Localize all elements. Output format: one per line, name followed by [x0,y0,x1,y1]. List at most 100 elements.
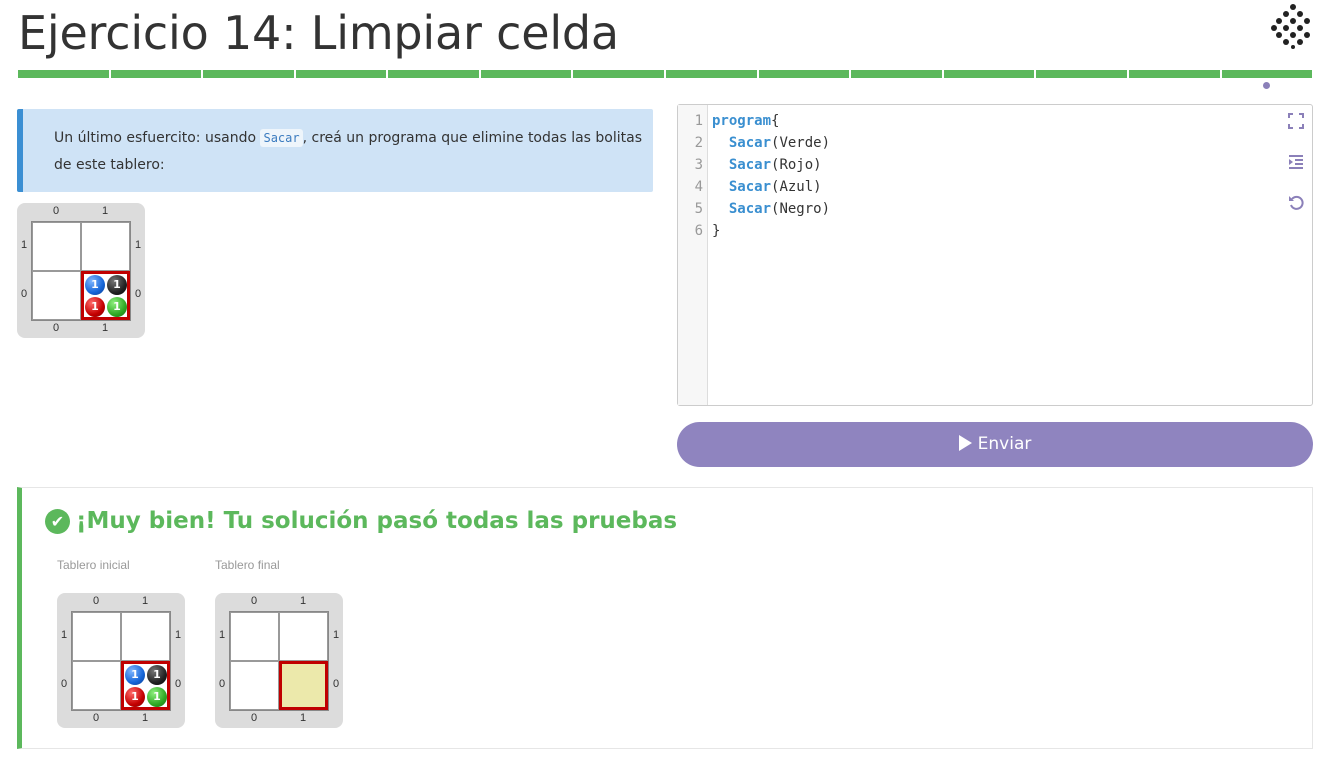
board-cell [230,661,279,710]
progress-segment[interactable] [295,70,387,78]
col-label-top: 1 [299,595,307,607]
green-ball: 1 [147,687,167,707]
row-label-left: 0 [218,678,226,690]
page-title: Ejercicio 14: Limpiar celda [18,6,619,60]
board-cell-head: 1 1 1 1 [81,271,130,320]
code-text: { [771,113,780,129]
board-cell [72,661,121,710]
board-grid: 1 1 1 1 [31,221,131,321]
line-number: 4 [694,179,703,195]
code-line[interactable]: Sacar(Verde) [712,132,830,154]
board-cell [121,612,170,661]
play-icon [958,435,972,451]
board-grid: 1 1 1 1 [71,611,171,711]
code-text: (Rojo) [771,157,822,173]
progress-segment[interactable] [573,70,665,78]
code-keyword: Sacar [712,179,772,195]
row-label-right: 0 [332,678,340,690]
progress-segment-current[interactable] [1221,70,1313,78]
row-label-left: 0 [20,288,28,300]
board-cell [32,271,81,320]
code-editor[interactable]: 1 2 3 4 5 6 program{ Sacar(Verde) Sacar(… [677,104,1313,406]
row-label-left: 1 [218,629,226,641]
row-label-left: 0 [60,678,68,690]
row-label-right: 0 [134,288,142,300]
progress-segment[interactable] [388,70,479,78]
line-number: 1 [694,113,703,129]
row-label-right: 1 [332,629,340,641]
code-line[interactable]: Sacar(Azul) [712,176,830,198]
initial-board: 0 1 1 0 1 0 0 1 1 1 1 1 [57,593,185,728]
indent-icon[interactable] [1286,154,1306,174]
code-content[interactable]: program{ Sacar(Verde) Sacar(Rojo) Sacar(… [712,110,830,242]
code-text: (Negro) [771,201,831,217]
progress-segment[interactable] [666,70,757,78]
board-cell [32,222,81,271]
row-label-right: 0 [174,678,182,690]
black-ball: 1 [147,665,167,685]
progress-segment[interactable] [203,70,294,78]
board-cell [72,612,121,661]
progress-segment[interactable] [851,70,942,78]
progress-segment[interactable] [480,70,572,78]
code-line[interactable]: Sacar(Negro) [712,198,830,220]
editor-toolbar [1286,113,1306,236]
code-keyword: Sacar [712,157,772,173]
row-label-left: 1 [20,239,28,251]
board-cell-head: 1 1 1 1 [121,661,170,710]
final-board-caption: Tablero final [215,558,280,572]
line-number: 6 [694,223,703,239]
statement-code: Sacar [260,129,303,147]
code-line[interactable]: program{ [712,110,830,132]
code-keyword: program [712,113,772,129]
result-title: ✔ ¡Muy bien! Tu solución pasó todas las … [45,508,677,534]
progress-segment[interactable] [1036,70,1127,78]
col-label-top: 1 [101,205,109,217]
fullscreen-icon[interactable] [1286,113,1306,133]
code-keyword: Sacar [712,201,772,217]
red-ball: 1 [125,687,145,707]
row-label-right: 1 [174,629,182,641]
blue-ball: 1 [85,275,105,295]
blue-ball: 1 [125,665,145,685]
line-number: 2 [694,135,703,151]
result-panel: ✔ ¡Muy bien! Tu solución pasó todas las … [17,487,1313,749]
board-cell [81,222,130,271]
submit-button[interactable]: Enviar [677,422,1313,467]
col-label-top: 0 [92,595,100,607]
exercise-progress-bar [18,70,1313,78]
col-label-top: 0 [250,595,258,607]
progress-segment[interactable] [1128,70,1220,78]
row-label-right: 1 [134,239,142,251]
black-ball: 1 [107,275,127,295]
reset-icon[interactable] [1286,195,1306,215]
green-ball: 1 [107,297,127,317]
code-text: (Verde) [771,135,831,151]
exercise-statement: Un último esfuercito: usando Sacar, creá… [17,109,653,192]
line-number: 3 [694,157,703,173]
col-label-bottom: 1 [101,322,109,334]
line-number: 5 [694,201,703,217]
code-text: (Azul) [771,179,822,195]
code-text: } [712,223,721,239]
progress-segment[interactable] [758,70,850,78]
progress-segment[interactable] [943,70,1035,78]
check-circle-icon: ✔ [45,508,70,534]
col-label-bottom: 1 [141,712,149,724]
submit-label: Enviar [977,434,1032,454]
row-label-left: 1 [60,629,68,641]
code-line[interactable]: } [712,220,830,242]
initial-board-caption: Tablero inicial [57,558,130,572]
progress-segment[interactable] [18,70,109,78]
col-label-bottom: 1 [299,712,307,724]
progress-segment[interactable] [110,70,202,78]
code-line[interactable]: Sacar(Rojo) [712,154,830,176]
col-label-top: 0 [52,205,60,217]
red-ball: 1 [85,297,105,317]
col-label-bottom: 0 [250,712,258,724]
col-label-top: 1 [141,595,149,607]
logo-icon [1271,4,1310,49]
code-keyword: Sacar [712,135,772,151]
board-cell [279,612,328,661]
statement-board: 0 1 1 0 1 0 0 1 1 1 1 1 [17,203,145,338]
